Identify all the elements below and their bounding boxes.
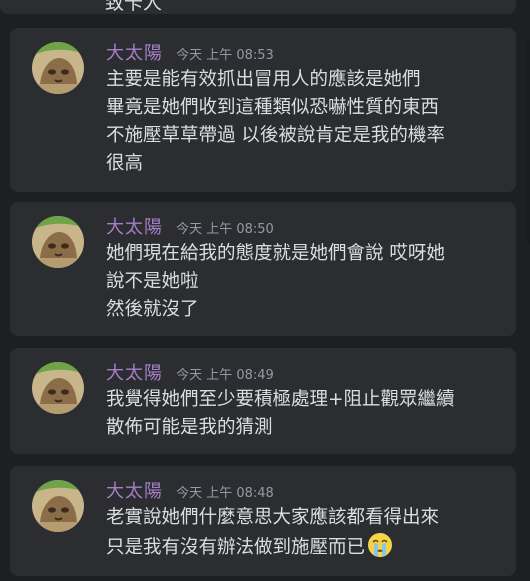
crying-face-icon [367, 532, 393, 567]
avatar[interactable] [32, 216, 84, 268]
message-text-line: 只是我有沒有辦法做到施壓而已 [106, 532, 501, 567]
message-text-line: 主要是能有效抓出冒用人的應該是她們 [106, 69, 421, 90]
avatar-image [32, 362, 84, 414]
avatar-image [32, 42, 84, 94]
message-text-line: 很高 [106, 153, 144, 174]
message-header: 大太陽 今天 上午 08:49 [106, 359, 274, 385]
message-text-line: 然後就沒了 [106, 299, 199, 320]
message-timestamp: 今天 上午 08:49 [176, 368, 274, 383]
chat-feed: 致卡人 大太陽 今天 上午 08:53 主要是能有效抓出冒用人的應該是她們 畢竟… [0, 0, 530, 581]
message-header: 大太陽 今天 上午 08:53 [106, 39, 274, 65]
message-content: 她們現在給我的態度就是她們會說 哎呀她 說不是她啦 然後就沒了 [106, 240, 501, 324]
author-name[interactable]: 大太陽 [106, 217, 163, 238]
avatar[interactable] [32, 42, 84, 94]
message-text-line: 畢竟是她們收到這種類似恐嚇性質的東西 [106, 97, 440, 118]
message-text-line: 老實說她們什麼意思大家應該都看得出來 [106, 507, 440, 528]
message-card[interactable]: 大太陽 今天 上午 08:53 主要是能有效抓出冒用人的應該是她們 畢竟是她們收… [10, 28, 516, 192]
avatar[interactable] [32, 480, 84, 532]
message-card[interactable]: 大太陽 今天 上午 08:50 她們現在給我的態度就是她們會說 哎呀她 說不是她… [10, 202, 516, 336]
message-text-line: 她們現在給我的態度就是她們會說 哎呀她 [106, 243, 445, 264]
message-card[interactable]: 大太陽 今天 上午 08:48 老實說她們什麼意思大家應該都看得出來 只是我有沒… [10, 466, 516, 576]
message-timestamp: 今天 上午 08:50 [176, 222, 274, 237]
author-name[interactable]: 大太陽 [106, 43, 163, 64]
previous-message-fragment: 致卡人 [0, 0, 516, 14]
message-header: 大太陽 今天 上午 08:48 [106, 477, 274, 503]
message-header: 大太陽 今天 上午 08:50 [106, 213, 274, 239]
author-name[interactable]: 大太陽 [106, 363, 163, 384]
message-text-line: 致卡人 [105, 0, 163, 14]
message-text-line: 說不是她啦 [106, 271, 199, 292]
author-name[interactable]: 大太陽 [106, 481, 163, 502]
message-text-line: 我覺得她們至少要積極處理+阻止觀眾繼續 [106, 389, 455, 410]
message-content: 老實說她們什麼意思大家應該都看得出來 只是我有沒有辦法做到施壓而已 [106, 504, 501, 567]
message-text-line: 不施壓草草帶過 以後被說肯定是我的機率 [106, 125, 445, 146]
avatar-image [32, 480, 84, 532]
message-text-fragment: 只是我有沒有辦法做到施壓而已 [106, 537, 366, 558]
message-content: 主要是能有效抓出冒用人的應該是她們 畢竟是她們收到這種類似恐嚇性質的東西 不施壓… [106, 66, 501, 178]
avatar-image [32, 216, 84, 268]
message-text-line: 散佈可能是我的猜測 [106, 417, 273, 438]
message-timestamp: 今天 上午 08:53 [176, 48, 274, 63]
message-timestamp: 今天 上午 08:48 [176, 486, 274, 501]
avatar[interactable] [32, 362, 84, 414]
message-content: 我覺得她們至少要積極處理+阻止觀眾繼續 散佈可能是我的猜測 [106, 386, 501, 442]
message-card[interactable]: 大太陽 今天 上午 08:49 我覺得她們至少要積極處理+阻止觀眾繼續 散佈可能… [10, 348, 516, 454]
